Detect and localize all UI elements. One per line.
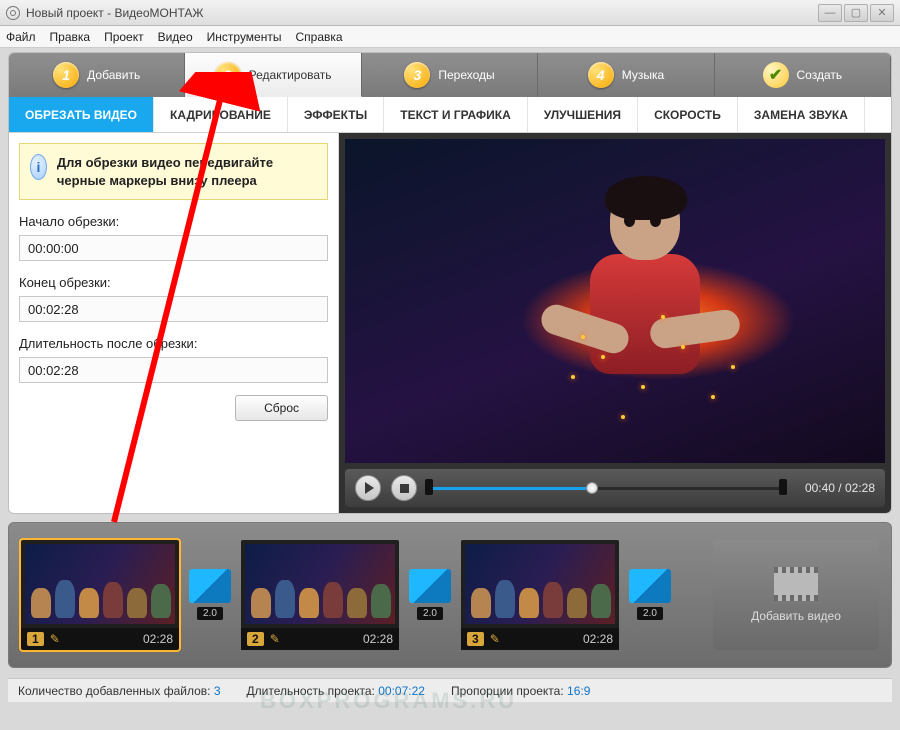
transition-duration: 2.0	[417, 607, 443, 620]
seek-slider[interactable]	[427, 481, 785, 495]
play-button[interactable]	[355, 475, 381, 501]
film-icon	[774, 567, 818, 601]
menu-video[interactable]: Видео	[158, 30, 193, 44]
timecode: 00:40 / 02:28	[805, 481, 875, 495]
trim-dur-label: Длительность после обрезки:	[19, 336, 328, 351]
step-edit[interactable]: 2 Редактировать	[185, 53, 361, 97]
menu-tools[interactable]: Инструменты	[207, 30, 282, 44]
close-button[interactable]: ✕	[870, 4, 894, 22]
menu-project[interactable]: Проект	[104, 30, 144, 44]
stop-icon	[400, 484, 409, 493]
step-num-icon: 3	[404, 62, 430, 88]
status-aspect-value: 16:9	[567, 684, 590, 698]
step-label: Редактировать	[249, 68, 332, 82]
tab-effects[interactable]: ЭФФЕКТЫ	[288, 97, 384, 132]
step-num-icon: 1	[53, 62, 79, 88]
tab-speed[interactable]: СКОРОСТЬ	[638, 97, 738, 132]
transition-duration: 2.0	[637, 607, 663, 620]
video-preview[interactable]	[345, 139, 885, 463]
hint-box: i Для обрезки видео передвигайте черные …	[19, 143, 328, 200]
timeline-clip[interactable]: 3 ✎ 02:28	[461, 540, 619, 650]
clip-index: 2	[247, 632, 264, 646]
transition[interactable]: 2.0	[629, 569, 671, 621]
transition[interactable]: 2.0	[189, 569, 231, 621]
transition[interactable]: 2.0	[409, 569, 451, 621]
add-video-button[interactable]: Добавить видео	[713, 540, 879, 650]
trim-marker-start[interactable]	[425, 479, 433, 495]
transition-icon	[409, 569, 451, 603]
menu-edit[interactable]: Правка	[50, 30, 91, 44]
menubar: Файл Правка Проект Видео Инструменты Спр…	[0, 26, 900, 48]
check-icon: ✔	[763, 62, 789, 88]
trim-end-input[interactable]	[19, 296, 328, 322]
clip-duration: 02:28	[363, 632, 393, 646]
timeline: 1 ✎ 02:28 2.0 2 ✎ 02:28 2.0 3 ✎ 02:28 2.0 Доба…	[8, 522, 892, 668]
timeline-clip[interactable]: 2 ✎ 02:28	[241, 540, 399, 650]
step-label: Создать	[797, 68, 843, 82]
watermark: BOXPROGRAMS.RU	[260, 688, 517, 714]
step-label: Музыка	[622, 68, 664, 82]
hint-text: Для обрезки видео передвигайте черные ма…	[57, 154, 317, 189]
trim-start-label: Начало обрезки:	[19, 214, 328, 229]
trim-dur-input[interactable]	[19, 357, 328, 383]
trim-panel: i Для обрезки видео передвигайте черные …	[9, 133, 339, 513]
tab-enhance[interactable]: УЛУЧШЕНИЯ	[528, 97, 638, 132]
titlebar: Новый проект - ВидеоМОНТАЖ — ▢ ✕	[0, 0, 900, 26]
maximize-button[interactable]: ▢	[844, 4, 868, 22]
clip-duration: 02:28	[143, 632, 173, 646]
transition-icon	[629, 569, 671, 603]
trim-end-label: Конец обрезки:	[19, 275, 328, 290]
pencil-icon: ✎	[490, 632, 500, 646]
step-create[interactable]: ✔ Создать	[715, 53, 891, 97]
window-title: Новый проект - ВидеоМОНТАЖ	[26, 6, 818, 20]
tab-audio[interactable]: ЗАМЕНА ЗВУКА	[738, 97, 865, 132]
step-transitions[interactable]: 3 Переходы	[362, 53, 538, 97]
tab-text[interactable]: ТЕКСТ И ГРАФИКА	[384, 97, 527, 132]
trim-marker-end[interactable]	[779, 479, 787, 495]
step-label: Добавить	[87, 68, 140, 82]
menu-help[interactable]: Справка	[295, 30, 342, 44]
step-num-icon: 2	[215, 62, 241, 88]
pencil-icon: ✎	[50, 632, 60, 646]
add-video-label: Добавить видео	[751, 609, 841, 623]
info-icon: i	[30, 154, 47, 180]
trim-start-input[interactable]	[19, 235, 328, 261]
tab-crop[interactable]: КАДРИРОВАНИЕ	[154, 97, 288, 132]
status-files-value: 3	[214, 684, 221, 698]
tab-trim[interactable]: ОБРЕЗАТЬ ВИДЕО	[9, 97, 154, 132]
clip-index: 1	[27, 632, 44, 646]
menu-file[interactable]: Файл	[6, 30, 36, 44]
pencil-icon: ✎	[270, 632, 280, 646]
step-add[interactable]: 1 Добавить	[9, 53, 185, 97]
transition-icon	[189, 569, 231, 603]
step-tabs: 1 Добавить 2 Редактировать 3 Переходы 4 …	[9, 53, 891, 97]
player-controls: 00:40 / 02:28	[345, 469, 885, 507]
step-label: Переходы	[438, 68, 494, 82]
timeline-clip[interactable]: 1 ✎ 02:28	[21, 540, 179, 650]
step-num-icon: 4	[588, 62, 614, 88]
reset-button[interactable]: Сброс	[235, 395, 328, 421]
stop-button[interactable]	[391, 475, 417, 501]
seek-thumb[interactable]	[586, 482, 598, 494]
status-files-label: Количество добавленных файлов:	[18, 684, 210, 698]
preview-panel: 00:40 / 02:28	[339, 133, 891, 513]
clip-duration: 02:28	[583, 632, 613, 646]
play-icon	[365, 482, 374, 494]
transition-duration: 2.0	[197, 607, 223, 620]
step-music[interactable]: 4 Музыка	[538, 53, 714, 97]
minimize-button[interactable]: —	[818, 4, 842, 22]
clip-index: 3	[467, 632, 484, 646]
sub-tabs: ОБРЕЗАТЬ ВИДЕО КАДРИРОВАНИЕ ЭФФЕКТЫ ТЕКС…	[9, 97, 891, 133]
main-panel: 1 Добавить 2 Редактировать 3 Переходы 4 …	[8, 52, 892, 514]
app-icon	[6, 6, 20, 20]
